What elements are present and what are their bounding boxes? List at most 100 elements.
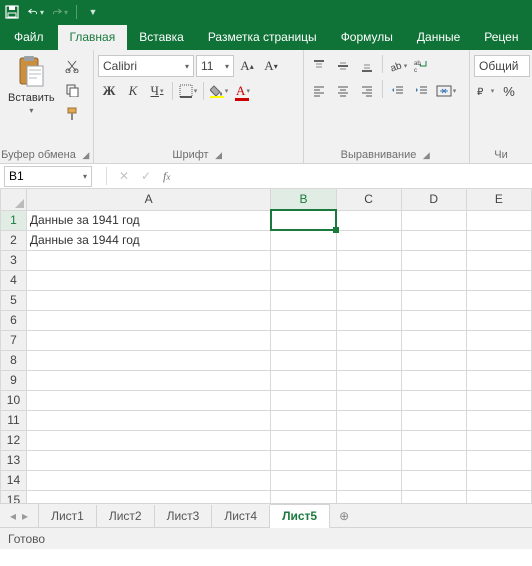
cell[interactable] <box>271 210 336 230</box>
row-header[interactable]: 4 <box>1 270 27 290</box>
select-all-corner[interactable] <box>1 189 27 210</box>
cell[interactable] <box>271 390 336 410</box>
row-header[interactable]: 7 <box>1 330 27 350</box>
sheet-prev-icon[interactable]: ◂ <box>10 509 16 523</box>
tab-file[interactable]: Файл <box>0 25 58 50</box>
tab-review[interactable]: Рецен <box>472 25 530 50</box>
sheet-tab[interactable]: Лист4 <box>212 505 270 527</box>
cell[interactable] <box>401 490 466 503</box>
cell[interactable] <box>466 290 531 310</box>
cell[interactable] <box>26 470 271 490</box>
sheet-tab[interactable]: Лист3 <box>155 505 213 527</box>
column-header[interactable]: C <box>336 189 401 210</box>
number-format-combo[interactable]: Общий <box>474 55 530 77</box>
cell[interactable] <box>26 250 271 270</box>
cell[interactable] <box>401 390 466 410</box>
cell[interactable] <box>336 410 401 430</box>
cell[interactable] <box>26 310 271 330</box>
cell[interactable] <box>466 330 531 350</box>
cell[interactable] <box>336 450 401 470</box>
bold-button[interactable]: Ж <box>98 80 120 102</box>
cell[interactable] <box>401 350 466 370</box>
border-button[interactable] <box>177 80 199 102</box>
sheet-tab[interactable]: Лист5 <box>270 504 330 528</box>
redo-icon[interactable] <box>52 4 68 20</box>
cancel-formula-icon[interactable]: ✕ <box>113 169 135 183</box>
add-sheet-icon[interactable]: ⊕ <box>330 504 358 527</box>
paste-button[interactable]: Вставить ▾ <box>4 52 59 140</box>
font-launcher-icon[interactable]: ◢ <box>213 149 225 161</box>
cell[interactable] <box>271 310 336 330</box>
sheet-tab[interactable]: Лист2 <box>97 505 155 527</box>
sheet-next-icon[interactable]: ▸ <box>22 509 28 523</box>
cell[interactable] <box>336 230 401 250</box>
align-center-icon[interactable] <box>332 80 354 102</box>
tab-formulas[interactable]: Формулы <box>329 25 405 50</box>
cell[interactable] <box>466 210 531 230</box>
cell[interactable] <box>401 290 466 310</box>
cell[interactable] <box>271 230 336 250</box>
cell[interactable] <box>336 310 401 330</box>
tab-home[interactable]: Главная <box>58 25 128 50</box>
insert-function-icon[interactable]: fx <box>163 169 170 184</box>
cell[interactable] <box>336 370 401 390</box>
column-header[interactable]: D <box>401 189 466 210</box>
cell[interactable] <box>26 430 271 450</box>
row-header[interactable]: 9 <box>1 370 27 390</box>
accounting-format-icon[interactable]: ₽ <box>474 80 496 102</box>
cell[interactable] <box>466 490 531 503</box>
cell[interactable]: Данные за 1944 год <box>26 230 271 250</box>
cell[interactable] <box>466 270 531 290</box>
align-top-icon[interactable] <box>308 55 330 77</box>
cell[interactable] <box>271 470 336 490</box>
formula-input[interactable] <box>170 166 532 187</box>
cell[interactable] <box>466 230 531 250</box>
cell[interactable] <box>336 270 401 290</box>
cell[interactable] <box>401 330 466 350</box>
column-header[interactable]: B <box>271 189 336 210</box>
decrease-indent-icon[interactable] <box>387 80 409 102</box>
cell[interactable] <box>271 410 336 430</box>
cell[interactable] <box>26 490 271 503</box>
cell[interactable] <box>466 470 531 490</box>
cell[interactable] <box>466 390 531 410</box>
sheet-nav[interactable]: ◂ ▸ <box>0 504 39 527</box>
cell[interactable] <box>336 390 401 410</box>
name-box[interactable]: B1 ▾ <box>4 166 92 187</box>
row-header[interactable]: 1 <box>1 210 27 230</box>
row-header[interactable]: 3 <box>1 250 27 270</box>
cell[interactable] <box>401 470 466 490</box>
wrap-text-icon[interactable]: abc <box>411 55 433 77</box>
align-left-icon[interactable] <box>308 80 330 102</box>
cell[interactable] <box>336 490 401 503</box>
cell[interactable] <box>26 370 271 390</box>
row-header[interactable]: 15 <box>1 490 27 503</box>
clipboard-launcher-icon[interactable]: ◢ <box>80 149 92 161</box>
tab-page-layout[interactable]: Разметка страницы <box>196 25 329 50</box>
row-header[interactable]: 8 <box>1 350 27 370</box>
cell[interactable] <box>466 450 531 470</box>
cell[interactable] <box>466 250 531 270</box>
cell[interactable] <box>336 290 401 310</box>
cell[interactable] <box>26 290 271 310</box>
fill-color-button[interactable] <box>208 80 230 102</box>
column-header[interactable]: E <box>466 189 531 210</box>
cell[interactable] <box>26 350 271 370</box>
cell[interactable] <box>401 310 466 330</box>
row-header[interactable]: 13 <box>1 450 27 470</box>
row-header[interactable]: 10 <box>1 390 27 410</box>
cell[interactable] <box>271 290 336 310</box>
decrease-font-icon[interactable]: A▾ <box>260 55 282 77</box>
cell[interactable] <box>271 330 336 350</box>
cell[interactable] <box>401 450 466 470</box>
cell[interactable] <box>271 270 336 290</box>
cell[interactable] <box>401 430 466 450</box>
row-header[interactable]: 12 <box>1 430 27 450</box>
row-header[interactable]: 2 <box>1 230 27 250</box>
cell[interactable] <box>271 370 336 390</box>
increase-indent-icon[interactable] <box>411 80 433 102</box>
cell[interactable] <box>401 370 466 390</box>
underline-button[interactable]: Ч <box>146 80 168 102</box>
row-header[interactable]: 5 <box>1 290 27 310</box>
row-header[interactable]: 11 <box>1 410 27 430</box>
